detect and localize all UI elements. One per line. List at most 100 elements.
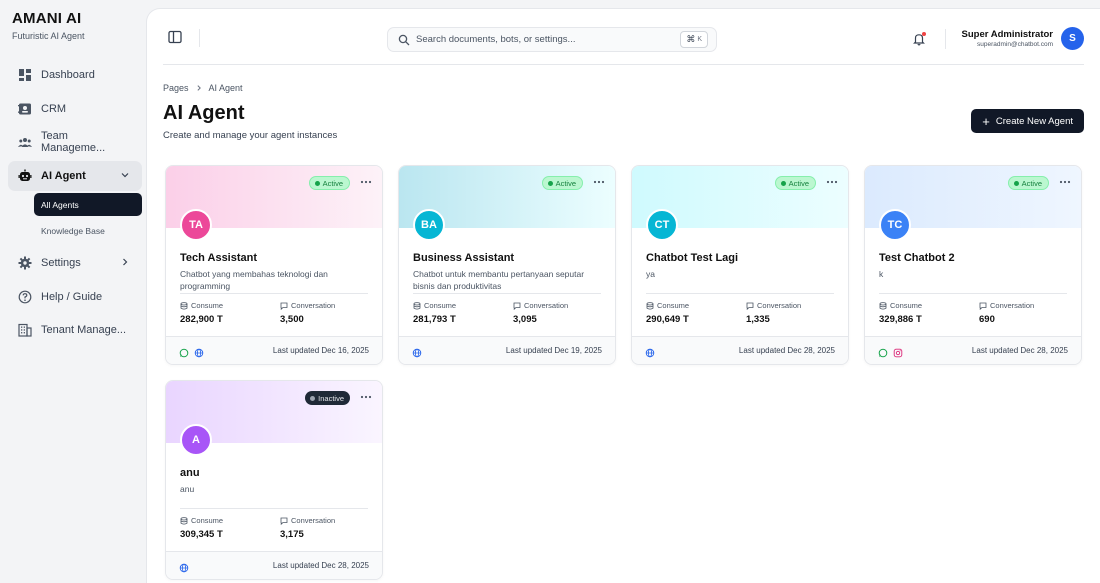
conversation-value: 1,335	[746, 314, 770, 325]
more-options-icon[interactable]	[826, 176, 838, 188]
contact-card-icon	[18, 102, 32, 116]
user-name: Super Administrator	[961, 29, 1054, 40]
sidebar-subitem-knowledge-base[interactable]: Knowledge Base	[34, 219, 142, 242]
agent-avatar: CT	[646, 209, 678, 241]
agent-card[interactable]: Active CT Chatbot Test Lagi ya Consume 2…	[631, 165, 849, 365]
agent-card[interactable]: Inactive A anu anu Consume 309,345 T Con…	[165, 380, 383, 580]
agent-name: Business Assistant	[413, 252, 515, 264]
sidebar-item-ai-agent[interactable]: AI Agent	[8, 160, 142, 191]
conversation-stat: Conversation 3,500	[280, 301, 335, 325]
agent-avatar: TC	[879, 209, 911, 241]
sidebar-item-tenant-management[interactable]: Tenant Manage...	[8, 315, 142, 345]
divider	[199, 29, 200, 47]
dashboard-icon	[18, 68, 32, 82]
channel-icons	[412, 345, 422, 363]
consume-value: 282,900 T	[180, 314, 223, 325]
brand-subtitle: Futuristic AI Agent	[12, 31, 85, 41]
message-icon	[280, 517, 288, 525]
consume-label: Consume	[890, 301, 923, 310]
status-dot	[547, 180, 553, 186]
search-bar[interactable]: ⌘ K	[387, 27, 717, 52]
conversation-stat: Conversation 3,095	[513, 301, 568, 325]
user-menu[interactable]: Super Administrator superadmin@chatbot.c…	[961, 27, 1084, 50]
conversation-stat: Conversation 1,335	[746, 301, 801, 325]
keyboard-shortcut-hint: ⌘ K	[680, 31, 708, 48]
notification-button[interactable]	[912, 32, 926, 46]
channel-icons	[878, 345, 903, 363]
breadcrumb-item[interactable]: Pages	[163, 83, 189, 93]
globe-icon	[179, 560, 189, 578]
sidebar-item-dashboard[interactable]: Dashboard	[8, 60, 142, 90]
card-footer: Last updated Dec 28, 2025	[865, 336, 1081, 364]
globe-icon	[194, 345, 204, 363]
conversation-value: 690	[979, 314, 995, 325]
gear-icon	[18, 256, 32, 270]
divider	[163, 64, 1084, 65]
sidebar-item-crm[interactable]: CRM	[8, 94, 142, 124]
consume-value: 309,345 T	[180, 529, 223, 540]
last-updated: Last updated Dec 19, 2025	[505, 346, 602, 355]
instagram-icon	[893, 345, 903, 363]
conversation-label: Conversation	[291, 516, 336, 525]
sidebar-nav: Dashboard CRM Team Manageme... AI Agent …	[8, 60, 142, 349]
help-icon	[18, 290, 32, 304]
sidebar-item-label: Tenant Manage...	[41, 324, 127, 336]
conversation-label: Conversation	[524, 301, 569, 310]
agent-name: Chatbot Test Lagi	[646, 252, 739, 264]
status-dot	[780, 180, 786, 186]
building-icon	[18, 323, 32, 337]
database-icon	[879, 301, 887, 309]
status-dot	[310, 395, 316, 401]
sidebar-item-help[interactable]: Help / Guide	[8, 282, 142, 312]
agent-card[interactable]: Active BA Business Assistant Chatbot unt…	[398, 165, 616, 365]
create-new-agent-button[interactable]: + Create New Agent	[971, 109, 1084, 133]
agent-name: Test Chatbot 2	[879, 252, 955, 264]
ai-agent-submenu: All Agents Knowledge Base	[34, 193, 142, 242]
divider	[646, 293, 834, 294]
breadcrumb: Pages AI Agent	[163, 83, 243, 93]
chevron-right-icon	[196, 85, 201, 91]
last-updated: Last updated Dec 16, 2025	[272, 346, 369, 355]
avatar[interactable]: S	[1061, 27, 1084, 50]
breadcrumb-item: AI Agent	[208, 83, 243, 93]
status-badge: Inactive	[305, 391, 350, 405]
conversation-value: 3,500	[280, 314, 304, 325]
consume-label: Consume	[191, 301, 224, 310]
search-input[interactable]	[416, 34, 676, 45]
message-icon	[746, 302, 754, 310]
channel-icons	[179, 560, 189, 578]
more-options-icon[interactable]	[360, 176, 372, 188]
robot-icon	[18, 169, 32, 183]
sidebar-item-settings[interactable]: Settings	[8, 248, 142, 278]
sidebar-toggle-icon[interactable]	[167, 29, 183, 45]
channel-icons	[645, 345, 655, 363]
create-button-label: Create New Agent	[995, 115, 1073, 127]
command-key-icon: ⌘	[686, 34, 696, 44]
database-icon	[646, 301, 654, 309]
team-icon	[18, 135, 32, 149]
conversation-label: Conversation	[291, 301, 336, 310]
more-options-icon[interactable]	[1059, 176, 1071, 188]
consume-label: Consume	[657, 301, 690, 310]
status-badge: Active	[1007, 176, 1049, 190]
consume-stat: Consume 309,345 T	[180, 516, 223, 540]
more-options-icon[interactable]	[593, 176, 605, 188]
agent-card[interactable]: Active TC Test Chatbot 2 k Consume 329,8…	[864, 165, 1082, 365]
divider	[180, 508, 368, 509]
agent-description: Chatbot yang membahas teknologi dan prog…	[180, 269, 328, 291]
agent-card[interactable]: Active TA Tech Assistant Chatbot yang me…	[165, 165, 383, 365]
sidebar-item-label: Dashboard	[41, 69, 95, 81]
sidebar-item-team-management[interactable]: Team Manageme...	[8, 127, 142, 157]
card-footer: Last updated Dec 28, 2025	[632, 336, 848, 364]
conversation-label: Conversation	[757, 301, 802, 310]
consume-value: 290,649 T	[646, 314, 689, 325]
agent-avatar: BA	[413, 209, 445, 241]
agent-avatar: TA	[180, 209, 212, 241]
sidebar-item-label: Help / Guide	[41, 290, 103, 303]
message-icon	[280, 302, 288, 310]
status-badge: Active	[774, 176, 816, 190]
agent-avatar: A	[180, 424, 212, 456]
agent-name: anu	[180, 467, 200, 479]
more-options-icon[interactable]	[360, 391, 372, 403]
sidebar-subitem-all-agents[interactable]: All Agents	[34, 193, 142, 216]
